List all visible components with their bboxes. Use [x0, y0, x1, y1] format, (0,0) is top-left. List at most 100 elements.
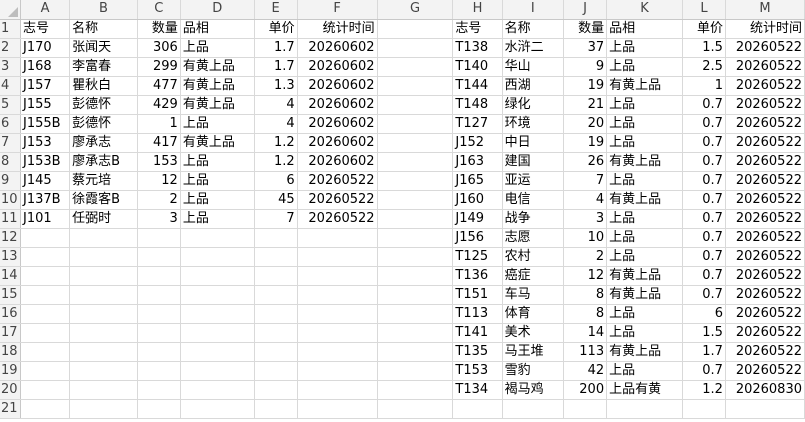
cell-h3[interactable]: T140	[452, 57, 503, 77]
cell-b7[interactable]: 廖承志	[69, 133, 138, 153]
cell-c11[interactable]: 3	[137, 209, 181, 229]
cell-d14[interactable]	[180, 266, 255, 286]
cell-g11[interactable]	[377, 209, 454, 229]
column-header-m[interactable]: M	[725, 0, 805, 20]
cell-e9[interactable]: 6	[254, 171, 298, 191]
cell-c19[interactable]	[137, 361, 181, 381]
cell-m7[interactable]: 20260522	[725, 133, 805, 153]
cell-f6[interactable]: 20260602	[297, 114, 378, 134]
row-header[interactable]: 3	[0, 57, 21, 77]
cell-l4[interactable]: 1	[682, 76, 726, 96]
cell-g18[interactable]	[377, 342, 454, 362]
column-header-h[interactable]: H	[452, 0, 503, 20]
cell-d3[interactable]: 有黄上品	[180, 57, 255, 77]
cell-f10[interactable]: 20260522	[297, 190, 378, 210]
cell-f15[interactable]	[297, 285, 378, 305]
cell-g7[interactable]	[377, 133, 454, 153]
cell-h8[interactable]: J163	[452, 152, 503, 172]
cell-j8[interactable]: 26	[563, 152, 608, 172]
cell-b6[interactable]: 彭德怀	[69, 114, 138, 134]
cell-d8[interactable]: 上品	[180, 152, 255, 172]
cell-k17[interactable]: 上品	[606, 323, 683, 343]
cell-e17[interactable]	[254, 323, 298, 343]
cell-j20[interactable]: 200	[563, 380, 608, 400]
cell-b18[interactable]	[69, 342, 138, 362]
cell-l7[interactable]: 0.7	[682, 133, 726, 153]
cell-d2[interactable]: 上品	[180, 38, 255, 58]
cell-i14[interactable]: 癌症	[502, 266, 565, 286]
cell-h19[interactable]: T153	[452, 361, 503, 381]
cell-k7[interactable]: 上品	[606, 133, 683, 153]
cell-f19[interactable]	[297, 361, 378, 381]
cell-d4[interactable]: 有黄上品	[180, 76, 255, 96]
cell-d17[interactable]	[180, 323, 255, 343]
cell-j1[interactable]: 数量	[563, 19, 608, 39]
column-header-a[interactable]: A	[20, 0, 71, 20]
cell-b12[interactable]	[69, 228, 138, 248]
cell-e4[interactable]: 1.3	[254, 76, 298, 96]
cell-f13[interactable]	[297, 247, 378, 267]
cell-d19[interactable]	[180, 361, 255, 381]
cell-j19[interactable]: 42	[563, 361, 608, 381]
cell-l16[interactable]: 6	[682, 304, 726, 324]
cell-g3[interactable]	[377, 57, 454, 77]
row-header[interactable]: 19	[0, 361, 21, 381]
cell-m11[interactable]: 20260522	[725, 209, 805, 229]
cell-c6[interactable]: 1	[137, 114, 181, 134]
cell-m14[interactable]: 20260522	[725, 266, 805, 286]
cell-c16[interactable]	[137, 304, 181, 324]
cell-l21[interactable]	[682, 399, 726, 419]
row-header[interactable]: 6	[0, 114, 21, 134]
cell-j10[interactable]: 4	[563, 190, 608, 210]
cell-h15[interactable]: T151	[452, 285, 503, 305]
cell-e11[interactable]: 7	[254, 209, 298, 229]
cell-c20[interactable]	[137, 380, 181, 400]
cell-j9[interactable]: 7	[563, 171, 608, 191]
cell-c9[interactable]: 12	[137, 171, 181, 191]
cell-j7[interactable]: 19	[563, 133, 608, 153]
cell-k6[interactable]: 上品	[606, 114, 683, 134]
column-header-d[interactable]: D	[180, 0, 255, 20]
cell-k15[interactable]: 有黄上品	[606, 285, 683, 305]
cell-c5[interactable]: 429	[137, 95, 181, 115]
cell-h7[interactable]: J152	[452, 133, 503, 153]
cell-k21[interactable]	[606, 399, 683, 419]
cell-g15[interactable]	[377, 285, 454, 305]
cell-b14[interactable]	[69, 266, 138, 286]
cell-d10[interactable]: 上品	[180, 190, 255, 210]
cell-f7[interactable]: 20260602	[297, 133, 378, 153]
cell-c21[interactable]	[137, 399, 181, 419]
cell-b13[interactable]	[69, 247, 138, 267]
cell-f4[interactable]: 20260602	[297, 76, 378, 96]
row-header[interactable]: 20	[0, 380, 21, 400]
cell-c3[interactable]: 299	[137, 57, 181, 77]
cell-g14[interactable]	[377, 266, 454, 286]
cell-a10[interactable]: J137B	[20, 190, 71, 210]
cell-e5[interactable]: 4	[254, 95, 298, 115]
row-header[interactable]: 14	[0, 266, 21, 286]
cell-h11[interactable]: J149	[452, 209, 503, 229]
cell-j21[interactable]	[563, 399, 608, 419]
cell-e12[interactable]	[254, 228, 298, 248]
cell-j16[interactable]: 8	[563, 304, 608, 324]
cell-b17[interactable]	[69, 323, 138, 343]
cell-k5[interactable]: 上品	[606, 95, 683, 115]
cell-i10[interactable]: 电信	[502, 190, 565, 210]
cell-j2[interactable]: 37	[563, 38, 608, 58]
cell-e19[interactable]	[254, 361, 298, 381]
cell-m2[interactable]: 20260522	[725, 38, 805, 58]
cell-g6[interactable]	[377, 114, 454, 134]
cell-a1[interactable]: 志号	[20, 19, 71, 39]
cell-g19[interactable]	[377, 361, 454, 381]
cell-b11[interactable]: 任弼时	[69, 209, 138, 229]
cell-b4[interactable]: 瞿秋白	[69, 76, 138, 96]
column-header-f[interactable]: F	[297, 0, 378, 20]
cell-k2[interactable]: 上品	[606, 38, 683, 58]
cell-j3[interactable]: 9	[563, 57, 608, 77]
cell-i21[interactable]	[502, 399, 565, 419]
cell-e10[interactable]: 45	[254, 190, 298, 210]
cell-h1[interactable]: 志号	[452, 19, 503, 39]
cell-h5[interactable]: T148	[452, 95, 503, 115]
cell-h17[interactable]: T141	[452, 323, 503, 343]
cell-f18[interactable]	[297, 342, 378, 362]
